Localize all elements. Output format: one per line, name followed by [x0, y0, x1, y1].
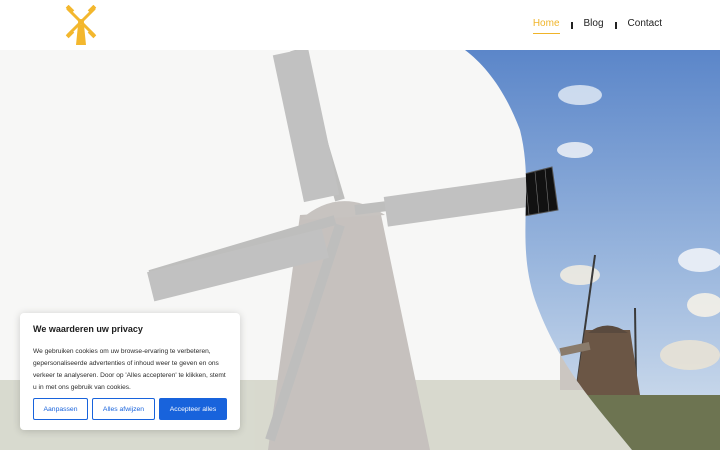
accept-all-button[interactable]: Accepteer alles [159, 398, 227, 420]
nav-home-link[interactable]: Home [532, 17, 560, 34]
windmill-logo-icon[interactable] [64, 4, 98, 45]
site-header: Home Blog Contact [0, 0, 720, 50]
customize-button[interactable]: Aanpassen [33, 398, 88, 420]
page: Home Blog Contact We waarderen uw privac… [0, 0, 720, 450]
nav-blog-link[interactable]: Blog [584, 17, 604, 33]
nav-divider [570, 21, 573, 29]
nav-contact-link[interactable]: Contact [628, 17, 662, 33]
cookie-button-row: Aanpassen Alles afwijzen Accepteer alles [33, 398, 227, 420]
reject-all-button[interactable]: Alles afwijzen [92, 398, 155, 420]
cookie-banner-title: We waarderen uw privacy [33, 324, 143, 334]
main-nav: Home Blog Contact [532, 17, 662, 34]
cookie-consent-banner: We waarderen uw privacy We gebruiken coo… [20, 313, 240, 430]
nav-divider [614, 21, 617, 29]
cookie-banner-text: We gebruiken cookies om uw browse-ervari… [33, 348, 226, 391]
